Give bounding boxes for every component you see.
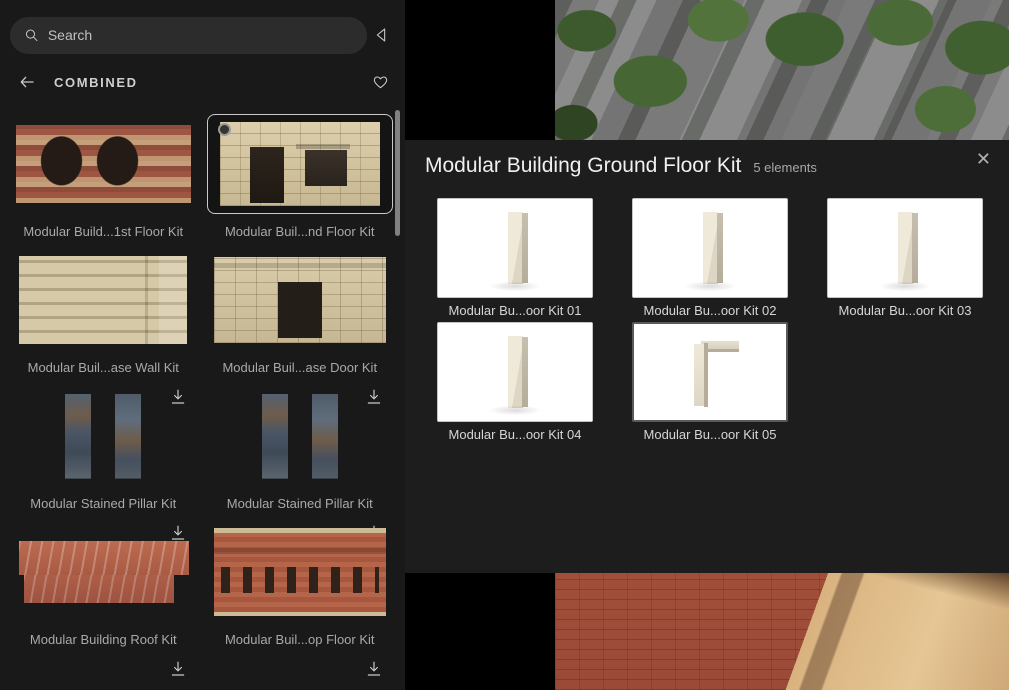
asset-item-partial[interactable] [10,652,197,690]
asset-thumbnail [224,389,375,483]
search-icon [25,29,38,42]
asset-sidebar: COMBINED Modular Build...1st Floor Kit M… [0,0,405,690]
search-bar[interactable] [10,16,367,54]
asset-label: Modular Stained Pillar Kit [226,496,373,511]
asset-label: Modular Build...1st Floor Kit [23,224,184,239]
asset-item-partial[interactable] [207,652,394,690]
brick-ground-image [555,573,1009,690]
kit-element-card[interactable] [437,322,593,422]
kit-elements-panel: Modular Building Ground Floor Kit 5 elem… [405,140,1009,573]
kit-element-label: Modular Bu...oor Kit 04 [448,427,582,442]
viewport-letterbox [405,0,555,140]
asset-label: Modular Buil...ase Door Kit [222,360,378,375]
asset-item[interactable]: Modular Buil...ase Door Kit [207,244,394,380]
search-input[interactable] [47,27,353,43]
viewport-area: Modular Building Ground Floor Kit 5 elem… [405,0,1009,690]
viewport-letterbox [405,573,555,690]
wall-piece-thumbnail [438,199,592,297]
asset-item[interactable]: Modular Building Roof Kit [10,516,197,652]
asset-item[interactable]: Modular Stained Pillar Kit [207,380,394,516]
close-icon[interactable]: ✕ [972,146,995,172]
kit-element[interactable]: Modular Bu...oor Kit 03 [827,198,983,318]
kit-element[interactable]: Modular Bu...oor Kit 01 [437,198,593,318]
viewport-3d-bottom[interactable] [405,573,1009,690]
asset-label: Modular Building Roof Kit [29,632,177,647]
asset-thumbnail [28,389,179,483]
asset-label: Modular Buil...nd Floor Kit [224,224,375,239]
kit-element-label: Modular Bu...oor Kit 01 [448,303,582,318]
kit-element-card[interactable] [437,198,593,298]
app-window: COMBINED Modular Build...1st Floor Kit M… [0,0,1009,690]
status-circle-icon [217,123,231,136]
kit-element-label: Modular Bu...oor Kit 02 [643,303,777,318]
search-row [10,16,397,54]
kit-element-card[interactable] [827,198,983,298]
wall-piece-thumbnail [828,199,982,297]
asset-item[interactable]: Modular Stained Pillar Kit [10,380,197,516]
aerial-scene-image [555,0,1009,140]
kit-element-label: Modular Bu...oor Kit 05 [643,427,777,442]
asset-label: Modular Buil...ase Wall Kit [27,360,179,375]
kit-element-count: 5 elements [753,160,817,175]
favorite-icon[interactable] [365,67,395,97]
asset-thumbnail [13,525,194,619]
asset-item[interactable]: Modular Buil...ase Wall Kit [10,244,197,380]
kit-element-grid: Modular Bu...oor Kit 01 Modular Bu...oor… [405,190,1009,442]
asset-thumbnail [15,125,191,203]
asset-thumbnail [213,257,386,343]
kit-element-card[interactable] [632,322,788,422]
asset-item-selected[interactable]: Modular Buil...nd Floor Kit [206,108,393,244]
collapse-panel-icon[interactable] [367,20,397,50]
asset-thumbnail [213,528,386,616]
back-icon[interactable] [12,67,42,97]
wall-piece-thumbnail [438,323,592,421]
asset-label: Modular Stained Pillar Kit [30,496,177,511]
asset-thumbnail [19,256,188,344]
asset-grid: Modular Build...1st Floor Kit Modular Bu… [10,108,393,690]
asset-item[interactable]: Modular Buil...op Floor Kit [207,516,394,652]
kit-element-card[interactable] [632,198,788,298]
kit-title: Modular Building Ground Floor Kit [425,154,742,177]
kit-element-label: Modular Bu...oor Kit 03 [838,303,972,318]
asset-thumbnail [219,122,380,206]
kit-element[interactable]: Modular Bu...oor Kit 02 [632,198,788,318]
kit-element[interactable]: Modular Bu...oor Kit 04 [437,322,593,442]
breadcrumb: COMBINED [54,74,138,90]
corner-piece-thumbnail [634,324,786,420]
wall-piece-thumbnail [633,199,787,297]
asset-label: Modular Buil...op Floor Kit [224,632,375,647]
sidebar-scrollbar[interactable] [395,110,400,236]
asset-item[interactable]: Modular Build...1st Floor Kit [10,108,197,244]
kit-element-selected[interactable]: Modular Bu...oor Kit 05 [632,322,788,442]
viewport-3d-top[interactable] [405,0,1009,140]
kit-panel-header: Modular Building Ground Floor Kit 5 elem… [405,154,1009,190]
breadcrumb-row: COMBINED [12,68,395,96]
